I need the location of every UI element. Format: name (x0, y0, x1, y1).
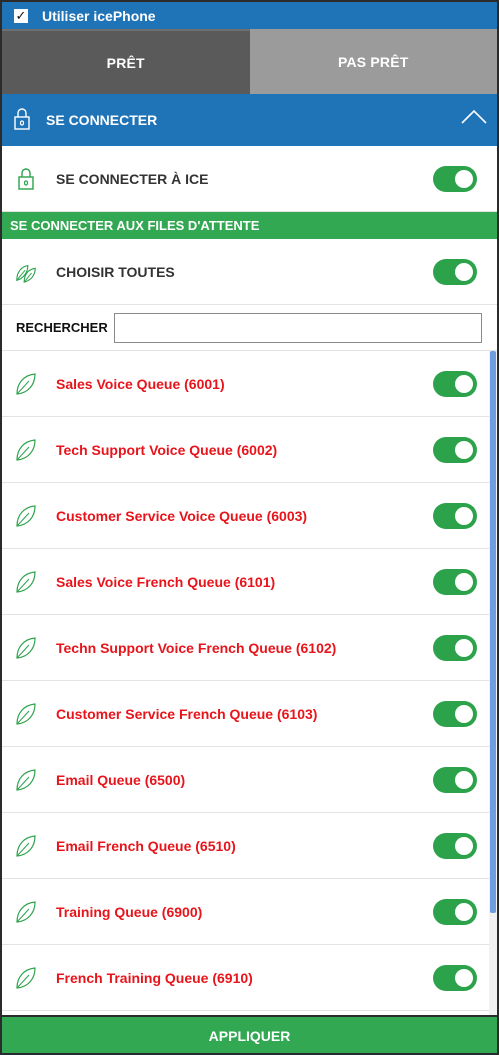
queue-label: Techn Support Voice French Queue (6102) (56, 639, 337, 656)
search-row: RECHERCHER (2, 305, 497, 351)
status-tabs: PRÊT PAS PRÊT (2, 29, 497, 94)
connect-ice-toggle[interactable] (433, 165, 477, 192)
queue-toggle[interactable] (433, 898, 477, 925)
leaf-icon (14, 832, 38, 860)
queue-toggle[interactable] (433, 964, 477, 991)
connect-section-title: SE CONNECTER (46, 112, 158, 128)
connect-section-header[interactable]: SE CONNECTER (2, 94, 497, 146)
leaf-icon (14, 700, 38, 728)
leaf-icon (14, 502, 38, 530)
queue-label: Customer Service French Queue (6103) (56, 705, 318, 722)
leaf-icon (14, 766, 38, 794)
queue-label: Customer Service Voice Queue (6003) (56, 507, 308, 524)
leaf-icon (14, 436, 38, 464)
queue-label: Training Queue (6900) (56, 903, 203, 920)
queue-label: Email French Queue (6510) (56, 837, 236, 854)
queue-toggle[interactable] (433, 436, 477, 463)
queue-toggle[interactable] (433, 634, 477, 661)
queue-row: Sales Voice Queue (6001) (2, 351, 497, 417)
queue-row: Email Queue (6500) (2, 747, 497, 813)
use-icephone-checkbox[interactable]: ✓ (14, 8, 28, 23)
tab-ready-label: PRÊT (106, 54, 145, 71)
leaf-icon (14, 370, 38, 398)
queue-row: Tech Support Voice Queue (6002) (2, 417, 497, 483)
queue-label: Email Queue (6500) (56, 771, 186, 788)
lock-icon (14, 165, 38, 193)
tab-not-ready-label: PAS PRÊT (337, 53, 409, 70)
search-input[interactable] (113, 312, 482, 343)
queue-list: Sales Voice Queue (6001) Tech Support Vo… (2, 351, 497, 1015)
scrollbar-thumb[interactable] (490, 351, 496, 913)
lock-icon (14, 107, 30, 133)
queue-toggle[interactable] (433, 502, 477, 529)
queue-row: Customer Service French Queue (6103) (2, 681, 497, 747)
connect-ice-label: SE CONNECTER À ICE (56, 170, 209, 187)
leaf-icon (14, 568, 38, 596)
icephone-panel: ✓ Utiliser icePhone PRÊT PAS PRÊT SE CON… (0, 0, 499, 1055)
tab-ready[interactable]: PRÊT (2, 29, 250, 94)
leaf-icon (14, 964, 38, 992)
queue-row: Training Queue (6900) (2, 879, 497, 945)
queue-toggle[interactable] (433, 766, 477, 793)
queue-label: Sales Voice French Queue (6101) (56, 573, 276, 590)
chevron-up-icon[interactable] (461, 108, 487, 127)
queue-toggle[interactable] (433, 568, 477, 595)
search-label: RECHERCHER (16, 320, 108, 335)
queue-row: Sales Voice French Queue (6101) (2, 549, 497, 615)
queue-toggle[interactable] (433, 700, 477, 727)
queue-label: Tech Support Voice Queue (6002) (56, 441, 278, 458)
queue-row: Customer Service Voice Queue (6003) (2, 483, 497, 549)
use-icephone-bar: ✓ Utiliser icePhone (2, 2, 497, 29)
connect-ice-row: SE CONNECTER À ICE (2, 146, 497, 212)
queue-row: Email French Queue (6510) (2, 813, 497, 879)
queues-section-header: SE CONNECTER AUX FILES D'ATTENTE (2, 212, 497, 239)
use-icephone-label: Utiliser icePhone (42, 7, 156, 24)
leaf-icon (14, 898, 38, 926)
leaves-icon (14, 258, 38, 286)
queues-section-title: SE CONNECTER AUX FILES D'ATTENTE (10, 218, 260, 233)
choose-all-toggle[interactable] (433, 258, 477, 285)
apply-button-label: APPLIQUER (208, 1028, 291, 1044)
queue-row: Techn Support Voice French Queue (6102) (2, 615, 497, 681)
apply-button[interactable]: APPLIQUER (2, 1015, 497, 1053)
leaf-icon (14, 634, 38, 662)
queue-toggle[interactable] (433, 832, 477, 859)
queue-label: Sales Voice Queue (6001) (56, 375, 225, 392)
choose-all-row: CHOISIR TOUTES (2, 239, 497, 305)
queue-toggle[interactable] (433, 370, 477, 397)
queue-label: French Training Queue (6910) (56, 969, 253, 986)
queue-row: French Training Queue (6910) (2, 945, 497, 1011)
tab-not-ready[interactable]: PAS PRÊT (249, 29, 497, 94)
choose-all-label: CHOISIR TOUTES (56, 263, 175, 280)
